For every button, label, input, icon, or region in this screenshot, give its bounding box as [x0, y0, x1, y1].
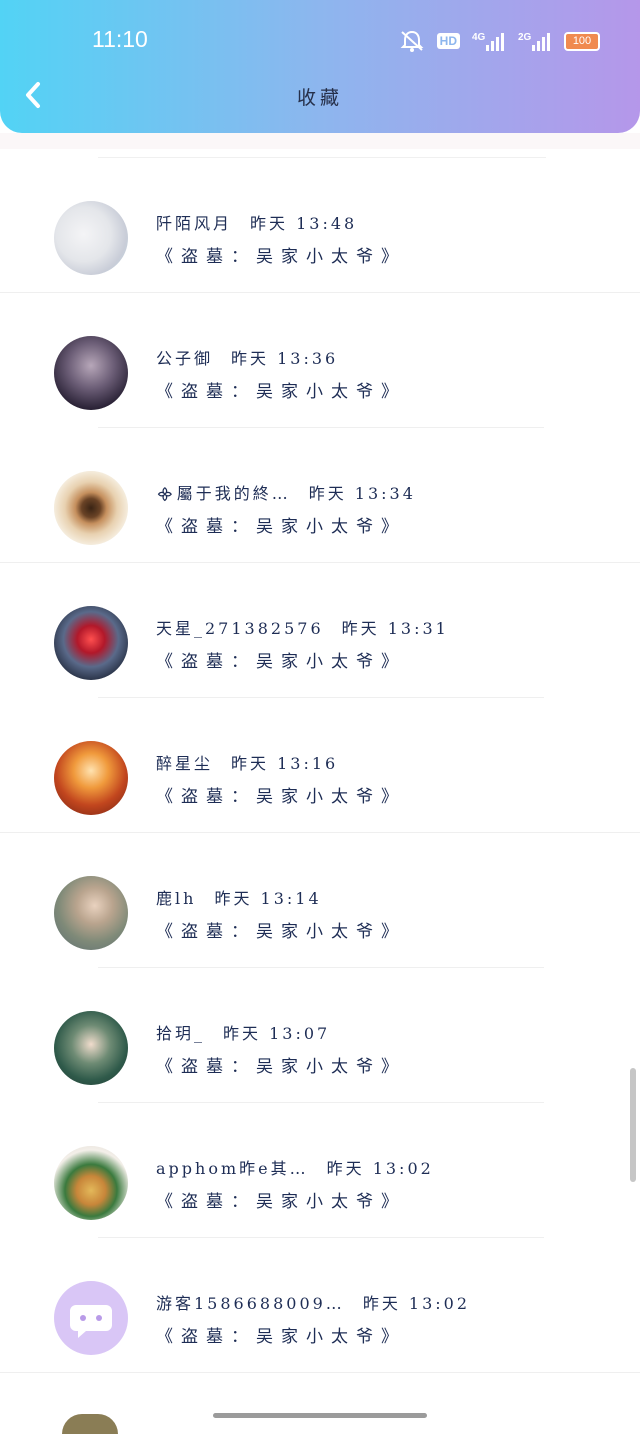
scrollbar[interactable]	[630, 1068, 636, 1182]
timestamp: 昨天 13:36	[231, 349, 339, 368]
user-name: 阡陌风月	[156, 214, 233, 233]
avatar[interactable]	[54, 741, 128, 815]
header-separator	[0, 133, 640, 149]
timestamp: 昨天 13:02	[326, 1159, 434, 1178]
chat-bubble-icon	[70, 1305, 112, 1338]
timestamp: 昨天 13:14	[214, 889, 322, 908]
header-bar: 11:10 HD 4G 2G 100 收藏	[0, 0, 640, 133]
book-title: 《盗墓：吴家小太爷》	[156, 382, 406, 402]
list-item[interactable]: 阡陌风月 昨天 13:48 《盗墓：吴家小太爷》	[0, 158, 640, 293]
user-name-line: 天星_271382576 昨天 13:31	[156, 615, 449, 639]
avatar[interactable]	[54, 336, 128, 410]
book-title: 《盗墓：吴家小太爷》	[156, 652, 406, 672]
list-item[interactable]: 游客1586688009… 昨天 13:02 《盗墓：吴家小太爷》	[0, 1238, 640, 1373]
list-item[interactable]: 天星_271382576 昨天 13:31 《盗墓：吴家小太爷》	[0, 563, 640, 698]
signal-4g-icon: 4G	[472, 32, 504, 51]
book-title: 《盗墓：吴家小太爷》	[156, 1327, 406, 1347]
book-title: 《盗墓：吴家小太爷》	[156, 247, 406, 267]
book-title: 《盗墓：吴家小太爷》	[156, 517, 406, 537]
list-item[interactable]: 拾玥_ 昨天 13:07 《盗墓：吴家小太爷》	[0, 968, 640, 1103]
avatar[interactable]	[54, 471, 128, 545]
user-name-line: ᯽屬于我的終… 昨天 13:34	[156, 480, 416, 504]
timestamp: 昨天 13:07	[223, 1024, 331, 1043]
book-title: 《盗墓：吴家小太爷》	[156, 1057, 406, 1077]
list-item[interactable]: 鹿lh 昨天 13:14 《盗墓：吴家小太爷》	[0, 833, 640, 968]
user-name: 拾玥_	[156, 1024, 206, 1043]
user-name-line: 游客1586688009… 昨天 13:02	[156, 1290, 470, 1314]
user-name: 公子御	[156, 349, 214, 368]
user-name: 天星_271382576	[156, 619, 324, 638]
timestamp: 昨天 13:48	[250, 214, 358, 233]
user-name: 游客1586688009…	[156, 1294, 345, 1313]
list-item[interactable]: 醉星尘 昨天 13:16 《盗墓：吴家小太爷》	[0, 698, 640, 833]
hd-badge: HD	[436, 33, 460, 49]
book-title: 《盗墓：吴家小太爷》	[156, 787, 406, 807]
status-icons: HD 4G 2G 100	[399, 28, 600, 54]
list-item[interactable]: apphom昨e其… 昨天 13:02 《盗墓：吴家小太爷》	[0, 1103, 640, 1238]
battery-icon: 100	[564, 31, 600, 51]
avatar[interactable]	[54, 606, 128, 680]
page-title: 收藏	[296, 87, 343, 109]
avatar[interactable]	[62, 1414, 118, 1434]
avatar[interactable]	[54, 876, 128, 950]
timestamp: 昨天 13:34	[308, 484, 416, 503]
signal-2g-icon: 2G	[518, 32, 550, 51]
list-item[interactable]: 公子御 昨天 13:36 《盗墓：吴家小太爷》	[0, 293, 640, 428]
timestamp: 昨天 13:02	[362, 1294, 471, 1313]
book-title: 《盗墓：吴家小太爷》	[156, 922, 406, 942]
user-name-line: 公子御 昨天 13:36	[156, 345, 338, 369]
home-indicator[interactable]	[213, 1413, 427, 1418]
status-time: 11:10	[92, 26, 148, 52]
timestamp: 昨天 13:16	[231, 754, 339, 773]
user-name: apphom昨e其…	[156, 1159, 309, 1178]
avatar[interactable]	[54, 1146, 128, 1220]
list-item[interactable]: ᯽屬于我的終… 昨天 13:34 《盗墓：吴家小太爷》	[0, 428, 640, 563]
book-title: 《盗墓：吴家小太爷》	[156, 1192, 406, 1212]
avatar[interactable]	[54, 1011, 128, 1085]
user-name: 醉星尘	[156, 754, 214, 773]
user-name: 鹿lh	[156, 889, 197, 908]
avatar[interactable]	[54, 201, 128, 275]
avatar[interactable]	[54, 1281, 128, 1355]
user-name-line: apphom昨e其… 昨天 13:02	[156, 1155, 434, 1179]
user-name-line: 阡陌风月 昨天 13:48	[156, 210, 357, 234]
favorites-list: 阡陌风月 昨天 13:48 《盗墓：吴家小太爷》 公子御 昨天 13:36 《盗墓：…	[0, 158, 640, 1373]
timestamp: 昨天 13:31	[341, 619, 449, 638]
user-name-line: 拾玥_ 昨天 13:07	[156, 1020, 330, 1044]
svg-text:2G: 2G	[518, 32, 532, 43]
mute-bell-icon	[400, 30, 424, 52]
user-name: ᯽屬于我的終…	[156, 484, 291, 503]
user-name-line: 醉星尘 昨天 13:16	[156, 750, 338, 774]
svg-text:4G: 4G	[472, 32, 486, 43]
user-name-line: 鹿lh 昨天 13:14	[156, 885, 322, 909]
